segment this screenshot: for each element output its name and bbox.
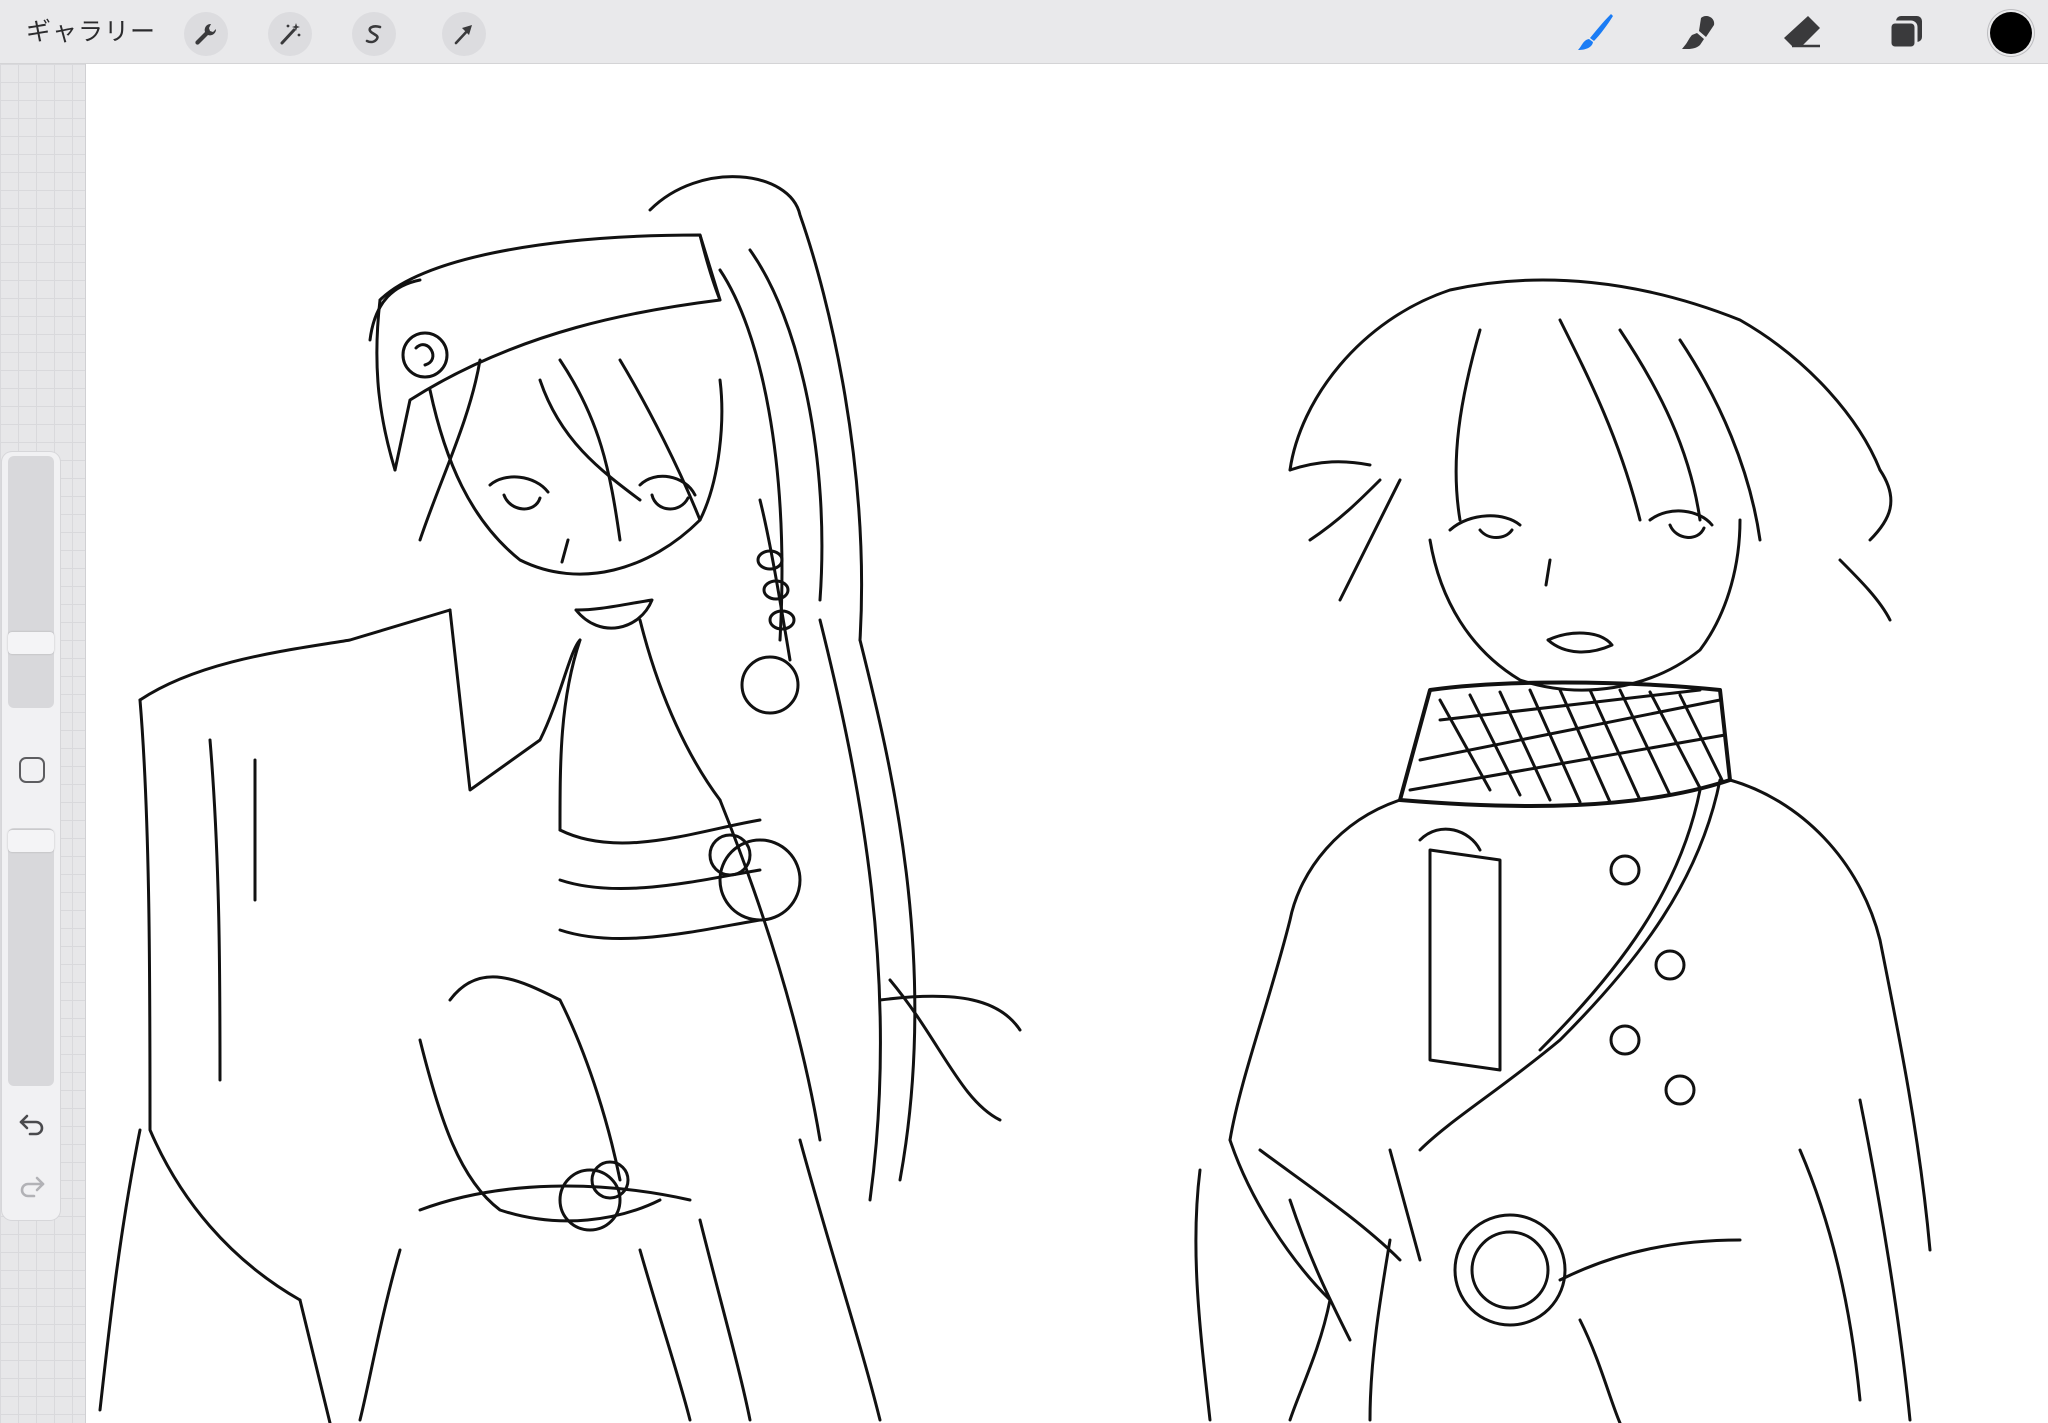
- adjustments-button[interactable]: [268, 12, 312, 56]
- wrench-icon: [195, 23, 217, 45]
- layers-button[interactable]: [1882, 8, 1930, 56]
- left-margin: [0, 64, 86, 1423]
- drawing-canvas[interactable]: [86, 64, 2048, 1423]
- color-picker-button[interactable]: [1990, 12, 2032, 54]
- selection-icon: [365, 25, 382, 44]
- opacity-slider[interactable]: [8, 828, 54, 1086]
- undo-icon[interactable]: [16, 1108, 48, 1140]
- eraser-tool[interactable]: [1778, 8, 1826, 56]
- right-character-sketch: [1194, 278, 1932, 1423]
- gallery-button[interactable]: ギャラリー: [26, 0, 156, 64]
- left-character-sketch: [98, 175, 1022, 1423]
- redo-icon[interactable]: [16, 1170, 48, 1202]
- brush-icon: [1578, 14, 1613, 50]
- top-toolbar: ギャラリー: [0, 0, 2048, 64]
- brush-size-handle[interactable]: [8, 632, 54, 654]
- transform-arrow-icon: [454, 25, 472, 45]
- smudge-tool[interactable]: [1674, 8, 1722, 56]
- magic-wand-icon: [280, 23, 301, 45]
- brush-tool[interactable]: [1571, 8, 1619, 56]
- layers-icon: [1888, 16, 1922, 50]
- actions-button[interactable]: [184, 12, 228, 56]
- transform-button[interactable]: [442, 12, 486, 56]
- opacity-handle[interactable]: [8, 830, 54, 852]
- selection-button[interactable]: [352, 12, 396, 56]
- smudge-icon: [1682, 16, 1715, 49]
- eraser-icon: [1784, 16, 1820, 48]
- sketch-artwork: [98, 175, 1932, 1423]
- sidebar: [2, 452, 60, 1220]
- brush-size-slider[interactable]: [8, 456, 54, 708]
- modify-button[interactable]: [19, 757, 45, 783]
